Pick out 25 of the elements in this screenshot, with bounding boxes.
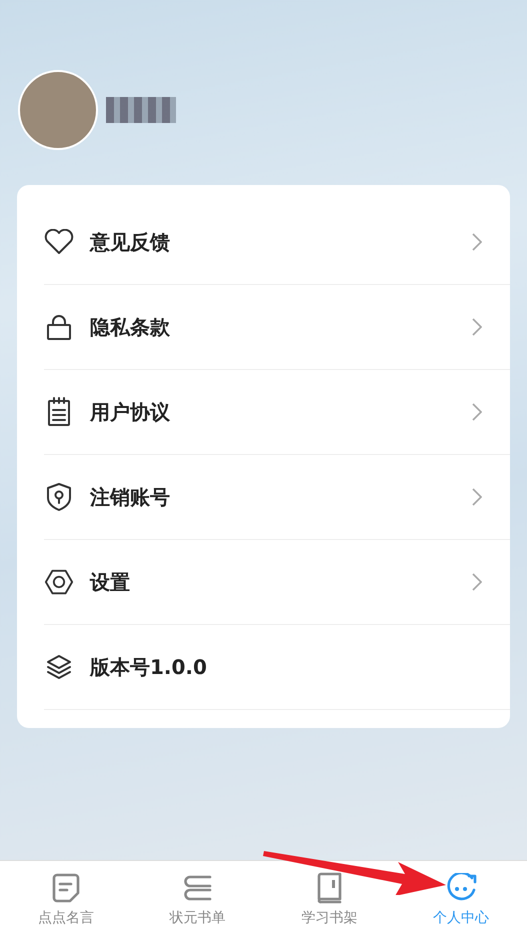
pixelated-name bbox=[106, 97, 176, 123]
chevron-right-icon bbox=[472, 233, 482, 251]
note-icon bbox=[52, 873, 80, 903]
tab[interactable]: 点点名言 bbox=[0, 861, 132, 936]
menu-item[interactable]: 用户协议 bbox=[44, 370, 510, 455]
stacked-books-icon bbox=[182, 874, 213, 902]
book-icon bbox=[315, 872, 344, 904]
hexagon-icon bbox=[44, 568, 74, 596]
notepad-icon bbox=[47, 397, 71, 427]
chevron-right-icon bbox=[472, 318, 482, 336]
menu-item[interactable]: 隐私条款 bbox=[44, 285, 510, 370]
shield-icon bbox=[46, 482, 72, 512]
heart-icon bbox=[44, 229, 74, 255]
chevron-right-icon bbox=[472, 403, 482, 421]
lock-icon bbox=[45, 313, 73, 341]
menu-item[interactable]: 注销账号 bbox=[44, 455, 510, 540]
chevron-right-icon bbox=[472, 573, 482, 591]
menu-item[interactable]: 设置 bbox=[44, 540, 510, 625]
layers-icon bbox=[45, 653, 73, 681]
tab[interactable]: 状元书单 bbox=[132, 861, 264, 936]
smiley-bubble-icon bbox=[445, 873, 478, 903]
menu-item[interactable]: 意见反馈 bbox=[44, 200, 510, 285]
chevron-right-icon bbox=[472, 488, 482, 506]
tab[interactable]: 学习书架 bbox=[264, 861, 396, 936]
menu-item[interactable]: 版本号1.0.0 bbox=[44, 625, 510, 710]
